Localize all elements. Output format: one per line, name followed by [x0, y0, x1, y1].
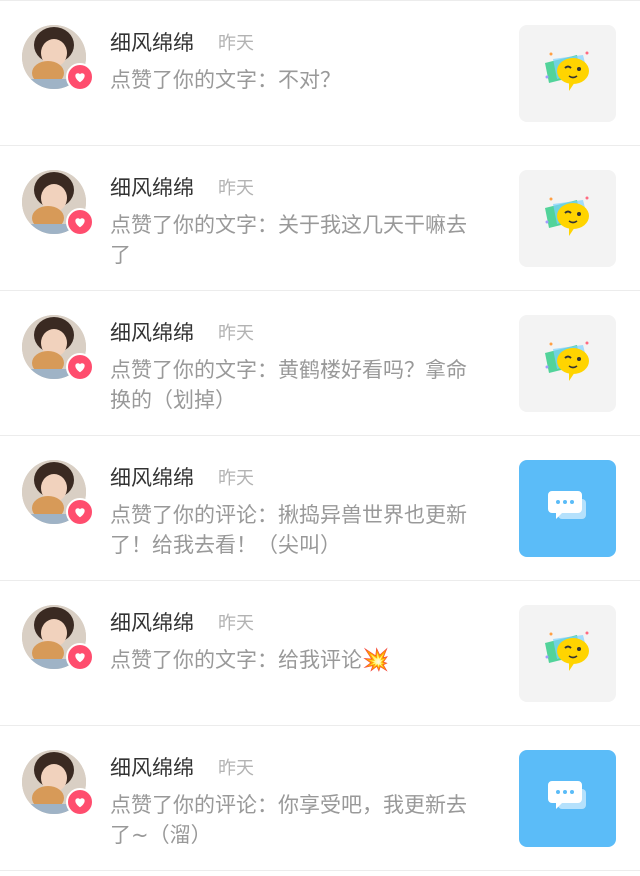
notification-item[interactable]: 细风绵绵 昨天 点赞了你的文字：不对？: [0, 1, 640, 146]
notification-text: 点赞了你的文字：关于我这几天干嘛去了: [110, 213, 467, 267]
notification-text: 点赞了你的文字：不对？: [110, 68, 341, 92]
avatar[interactable]: [22, 315, 94, 387]
heart-icon: [66, 208, 94, 236]
notification-item[interactable]: 细风绵绵 昨天 点赞了你的评论：揪捣异兽世界也更新了！给我去看！（尖叫）: [0, 436, 640, 581]
emoji-face-icon: [543, 339, 593, 389]
username[interactable]: 细风绵绵: [110, 754, 194, 782]
notification-text: 点赞了你的评论：揪捣异兽世界也更新了！给我去看！（尖叫）: [110, 503, 467, 557]
timestamp: 昨天: [218, 468, 254, 489]
heart-icon: [66, 63, 94, 91]
avatar[interactable]: [22, 25, 94, 97]
avatar[interactable]: [22, 460, 94, 532]
collision-emoji-icon: 💥: [362, 648, 390, 673]
username[interactable]: 细风绵绵: [110, 29, 194, 57]
notification-text: 点赞了你的评论：你享受吧，我更新去了~（溜）: [110, 793, 467, 847]
timestamp: 昨天: [218, 613, 254, 634]
content-thumbnail[interactable]: [519, 315, 616, 412]
avatar[interactable]: [22, 170, 94, 242]
avatar[interactable]: [22, 605, 94, 677]
heart-icon: [66, 788, 94, 816]
content-thumbnail[interactable]: [519, 170, 616, 267]
username[interactable]: 细风绵绵: [110, 174, 194, 202]
notification-item[interactable]: 细风绵绵 昨天 点赞了你的文字：给我评论💥: [0, 581, 640, 726]
notification-item[interactable]: 细风绵绵 昨天 点赞了你的评论：你享受吧，我更新去了~（溜）: [0, 726, 640, 871]
notification-text-body: 点赞了你的文字：给我评论: [110, 648, 362, 672]
chat-bubble-icon: [546, 779, 590, 819]
notification-list: 细风绵绵 昨天 点赞了你的文字：不对？ 细风绵绵 昨天 点赞了你的文字：关于我这…: [0, 0, 640, 876]
timestamp: 昨天: [218, 178, 254, 199]
chat-bubble-icon: [546, 489, 590, 529]
timestamp: 昨天: [218, 33, 254, 54]
username[interactable]: 细风绵绵: [110, 464, 194, 492]
avatar[interactable]: [22, 750, 94, 822]
content-thumbnail[interactable]: [519, 605, 616, 702]
content-thumbnail[interactable]: [519, 750, 616, 847]
timestamp: 昨天: [218, 758, 254, 779]
notification-item[interactable]: 细风绵绵 昨天 点赞了你的文字：关于我这几天干嘛去了: [0, 146, 640, 291]
content-thumbnail[interactable]: [519, 460, 616, 557]
heart-icon: [66, 353, 94, 381]
heart-icon: [66, 498, 94, 526]
emoji-face-icon: [543, 49, 593, 99]
emoji-face-icon: [543, 629, 593, 679]
emoji-face-icon: [543, 194, 593, 244]
notification-item[interactable]: 细风绵绵 昨天 点赞了你的文字：黄鹤楼好看吗？拿命换的（划掉）: [0, 291, 640, 436]
heart-icon: [66, 643, 94, 671]
username[interactable]: 细风绵绵: [110, 609, 194, 637]
content-thumbnail[interactable]: [519, 25, 616, 122]
username[interactable]: 细风绵绵: [110, 319, 194, 347]
notification-text: 点赞了你的文字：给我评论💥: [110, 645, 480, 676]
notification-text: 点赞了你的文字：黄鹤楼好看吗？拿命换的（划掉）: [110, 358, 467, 412]
timestamp: 昨天: [218, 323, 254, 344]
